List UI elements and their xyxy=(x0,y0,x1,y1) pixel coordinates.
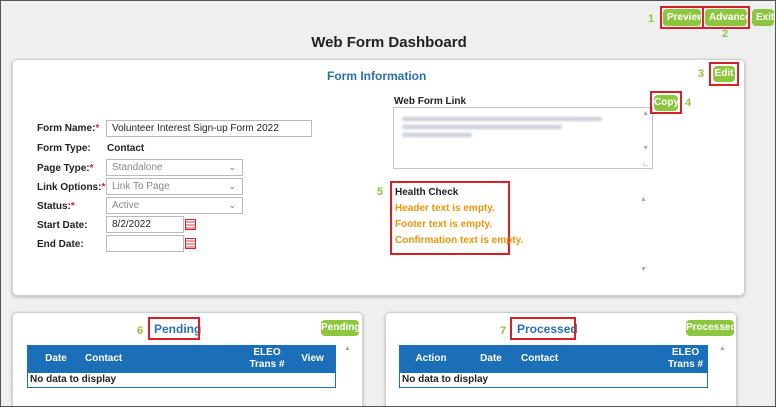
status-value: Active xyxy=(112,200,140,211)
processed-grid-header: Action Date Contact ELEO Trans # xyxy=(399,345,708,373)
form-name-label: Form Name:* xyxy=(37,123,100,134)
callout-5: 5 xyxy=(377,186,384,198)
column-header-action[interactable]: Action xyxy=(399,345,463,373)
page-type-label: Page Type:* xyxy=(37,163,94,174)
page-type-select[interactable]: Standalone ⌄ xyxy=(106,159,243,176)
highlight-box-4 xyxy=(650,91,682,114)
processed-button[interactable]: Processed xyxy=(686,320,737,336)
scroll-up-icon[interactable]: ▲ xyxy=(719,345,726,352)
form-name-input[interactable]: Volunteer Interest Sign-up Form 2022 xyxy=(106,120,312,137)
highlight-box-7 xyxy=(510,317,576,340)
end-date-input[interactable] xyxy=(106,235,196,252)
blurred-link-text xyxy=(402,125,562,129)
web-form-link-textarea[interactable]: ▲ ▼ ∟ xyxy=(393,107,653,169)
start-date-value: 8/2/2022 xyxy=(112,219,151,230)
column-header-eleo-trans[interactable]: ELEO Trans # xyxy=(245,345,289,373)
callout-4: 4 xyxy=(685,97,692,109)
web-form-link-label: Web Form Link xyxy=(394,96,467,107)
column-header-date[interactable]: Date xyxy=(27,345,85,373)
calendar-icon[interactable] xyxy=(185,238,196,249)
column-header-date[interactable]: Date xyxy=(463,345,519,373)
column-header-contact[interactable]: Contact xyxy=(521,345,661,373)
pending-empty-row: No data to display xyxy=(27,373,336,388)
calendar-icon[interactable] xyxy=(185,219,196,230)
column-header-view[interactable]: View xyxy=(289,345,336,373)
highlight-box-2 xyxy=(702,6,750,29)
exit-button[interactable]: Exit xyxy=(752,9,774,26)
health-check-title: Health Check xyxy=(395,187,459,198)
highlight-box-3 xyxy=(709,62,739,86)
form-type-value: Contact xyxy=(107,143,145,154)
highlight-box-1 xyxy=(660,6,704,29)
callout-1: 1 xyxy=(648,13,655,25)
scroll-up-icon[interactable]: ▲ xyxy=(344,345,351,352)
processed-panel: 7 Processed Processed Action Date Contac… xyxy=(385,312,737,406)
resize-handle-icon[interactable]: ∟ xyxy=(642,159,650,168)
health-check-item: Confirmation text is empty. xyxy=(395,235,524,246)
app-frame: 1 Preview Advanced 2 Exit Web Form Dashb… xyxy=(0,0,776,407)
scroll-up-icon[interactable]: ▲ xyxy=(642,110,649,117)
callout-6: 6 xyxy=(137,325,144,337)
status-select[interactable]: Active ⌄ xyxy=(106,197,243,214)
end-date-label: End Date: xyxy=(37,239,84,250)
form-information-title: Form Information xyxy=(327,69,427,83)
link-options-value: Link To Page xyxy=(112,181,170,192)
blurred-link-text xyxy=(402,117,602,121)
pending-panel: 6 Pending Pending Date Contact ELEO Tran… xyxy=(12,312,363,406)
scroll-down-icon[interactable]: ▼ xyxy=(642,145,649,152)
scroll-up-icon[interactable]: ▲ xyxy=(640,196,647,203)
health-check-item: Footer text is empty. xyxy=(395,219,493,230)
form-information-panel: Form Information 3 Edit Form Name:* Volu… xyxy=(12,59,745,296)
status-label: Status:* xyxy=(37,201,75,212)
link-options-label: Link Options:* xyxy=(37,182,106,193)
pending-button[interactable]: Pending xyxy=(321,320,360,336)
column-header-eleo-trans[interactable]: ELEO Trans # xyxy=(663,345,708,373)
chevron-down-icon: ⌄ xyxy=(228,162,236,172)
form-type-label: Form Type: xyxy=(37,143,91,154)
blurred-link-text xyxy=(402,133,472,137)
start-date-label: Start Date: xyxy=(37,220,88,231)
chevron-down-icon: ⌄ xyxy=(228,181,236,191)
page-type-value: Standalone xyxy=(112,162,163,173)
processed-empty-row: No data to display xyxy=(399,373,708,388)
column-header-contact[interactable]: Contact xyxy=(85,345,245,373)
start-date-input[interactable]: 8/2/2022 xyxy=(106,216,196,233)
link-options-select[interactable]: Link To Page ⌄ xyxy=(106,178,243,195)
health-check-item: Header text is empty. xyxy=(395,203,495,214)
chevron-down-icon: ⌄ xyxy=(228,200,236,210)
highlight-box-6 xyxy=(148,317,200,340)
callout-3: 3 xyxy=(698,68,705,80)
page-title: Web Form Dashboard xyxy=(311,34,467,51)
pending-grid-header: Date Contact ELEO Trans # View xyxy=(27,345,336,373)
callout-7: 7 xyxy=(500,325,507,337)
scroll-down-icon[interactable]: ▼ xyxy=(640,266,647,273)
